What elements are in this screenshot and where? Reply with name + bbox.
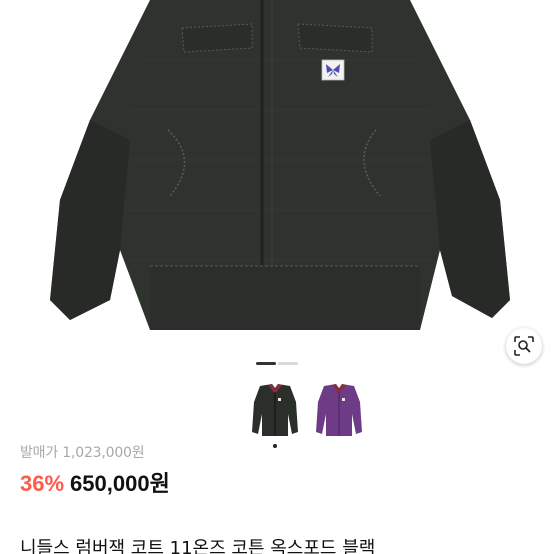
thumbnail-purple[interactable] (314, 380, 364, 440)
thumbnail-black[interactable] (250, 380, 300, 448)
thumbnail-selected-dot (273, 444, 277, 448)
original-price: 발매가 1,023,000원 (20, 445, 145, 461)
gallery-pager (256, 362, 298, 365)
product-image[interactable] (0, 0, 554, 352)
discount-rate: 36% (20, 471, 65, 496)
product-title: 니들스 럼버잭 코트 11온즈 코튼 옥스포드 블랙 (20, 538, 376, 554)
lens-search-icon (514, 336, 534, 356)
sale-price: 650,000원 (70, 471, 170, 496)
price-row: 36% 650,000원 (20, 466, 170, 498)
butterfly-logo-icon (321, 59, 345, 81)
jacket-photo (50, 0, 510, 330)
lens-search-button[interactable] (506, 328, 542, 364)
pager-indicator-active[interactable] (256, 362, 276, 365)
variant-thumbnails (250, 380, 364, 448)
pager-indicator[interactable] (278, 362, 298, 365)
